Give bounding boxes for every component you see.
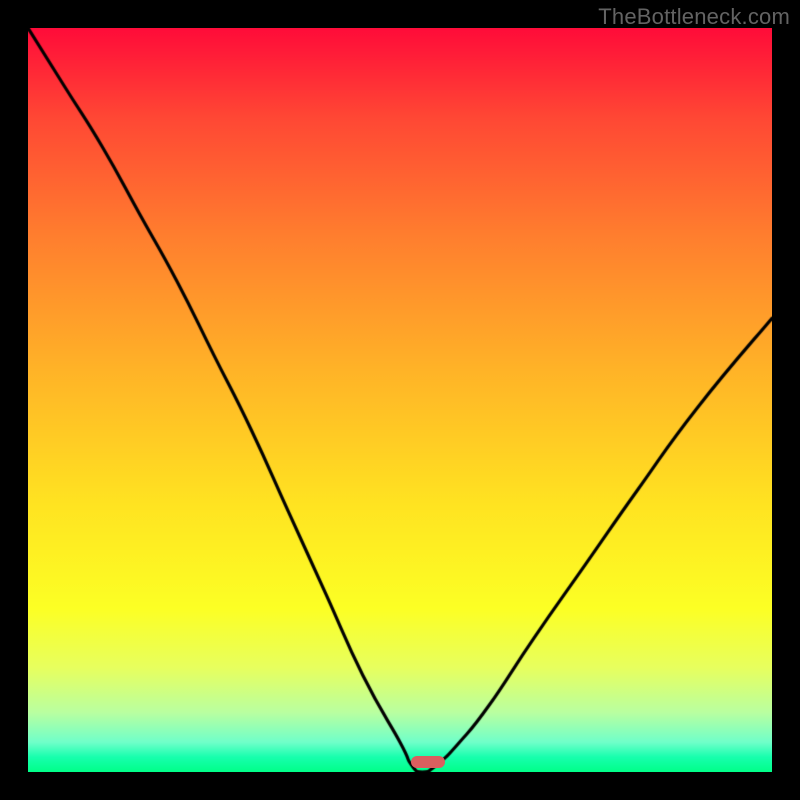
bottleneck-curve — [28, 28, 772, 772]
plot-area — [28, 28, 772, 772]
chart-frame: TheBottleneck.com — [0, 0, 800, 800]
optimal-marker — [411, 756, 445, 768]
watermark-text: TheBottleneck.com — [598, 4, 790, 30]
